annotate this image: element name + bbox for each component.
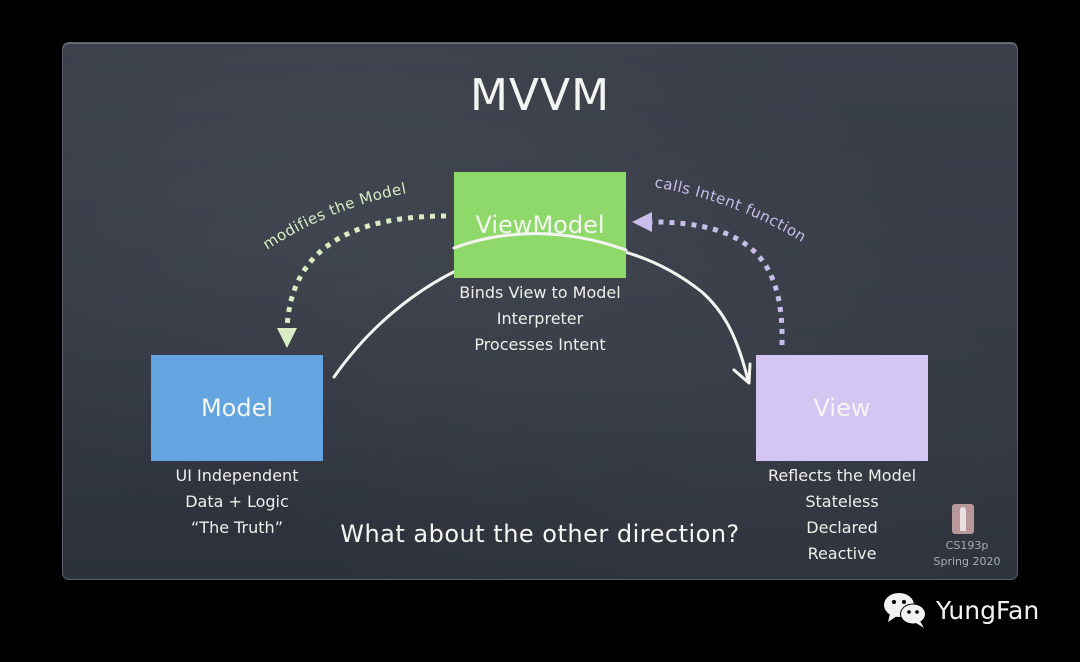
caption-line: Binds View to Model	[459, 283, 621, 302]
viewmodel-caption: Binds View to Model Interpreter Processe…	[440, 280, 640, 358]
question-text: What about the other direction?	[340, 520, 740, 548]
watermark-text: YungFan	[936, 595, 1040, 625]
view-label: View	[813, 394, 871, 422]
viewmodel-label: ViewModel	[475, 211, 605, 239]
screen: MVVM modifies the Model calls Intent fun…	[0, 0, 1080, 662]
model-label: Model	[200, 394, 274, 422]
arrow-path-calls-intent	[651, 219, 785, 346]
caption-line: Interpreter	[496, 309, 584, 328]
view-caption: Reflects the Model Stateless Declared Re…	[742, 463, 942, 567]
course-term: Spring 2020	[933, 555, 1001, 568]
viewmodel-box: ViewModel	[454, 172, 626, 278]
slide: MVVM modifies the Model calls Intent fun…	[62, 42, 1018, 580]
caption-line: Processes Intent	[474, 335, 606, 354]
arrow-view-to-viewmodel	[632, 212, 785, 346]
caption-line: Stateless	[805, 492, 879, 511]
caption-line: Reflects the Model	[767, 466, 917, 485]
label-calls-intent-function: calls Intent function	[653, 173, 809, 246]
tree-shape	[960, 507, 966, 531]
arrow-viewmodel-to-model	[277, 213, 447, 348]
arrowhead-down-icon	[277, 328, 297, 348]
arrow-path-modifies	[284, 213, 447, 331]
arrowhead-left-icon	[632, 212, 652, 232]
course-name: CS193p	[945, 539, 989, 552]
model-box: Model	[151, 355, 323, 461]
caption-line: UI Independent	[175, 466, 299, 485]
stanford-s-logo-icon	[952, 504, 974, 534]
label-modifies-the-model: modifies the Model	[259, 179, 407, 253]
caption-line: Data + Logic	[185, 492, 289, 511]
course-info: CS193p Spring 2020	[922, 538, 1012, 570]
view-box: View	[756, 355, 928, 461]
wechat-icon	[884, 593, 926, 628]
watermark: YungFan	[882, 590, 1039, 630]
